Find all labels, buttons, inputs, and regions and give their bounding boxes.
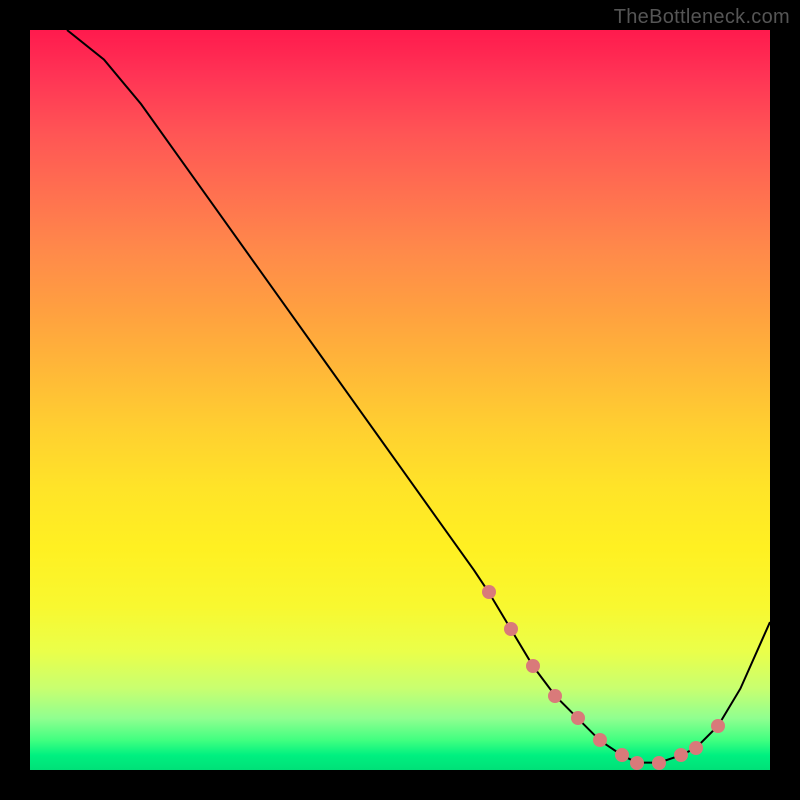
chart-curve-svg xyxy=(30,30,770,770)
highlight-marker xyxy=(593,733,607,747)
highlight-marker xyxy=(630,756,644,770)
highlight-marker xyxy=(548,689,562,703)
highlight-marker xyxy=(526,659,540,673)
highlight-marker xyxy=(482,585,496,599)
highlight-marker xyxy=(674,748,688,762)
watermark-text: TheBottleneck.com xyxy=(614,6,790,29)
highlight-marker xyxy=(711,719,725,733)
highlight-marker xyxy=(571,711,585,725)
highlight-marker xyxy=(615,748,629,762)
highlight-marker xyxy=(689,741,703,755)
chart-plot-area xyxy=(30,30,770,770)
curve-line xyxy=(67,30,770,763)
highlight-marker xyxy=(652,756,666,770)
highlight-marker xyxy=(504,622,518,636)
